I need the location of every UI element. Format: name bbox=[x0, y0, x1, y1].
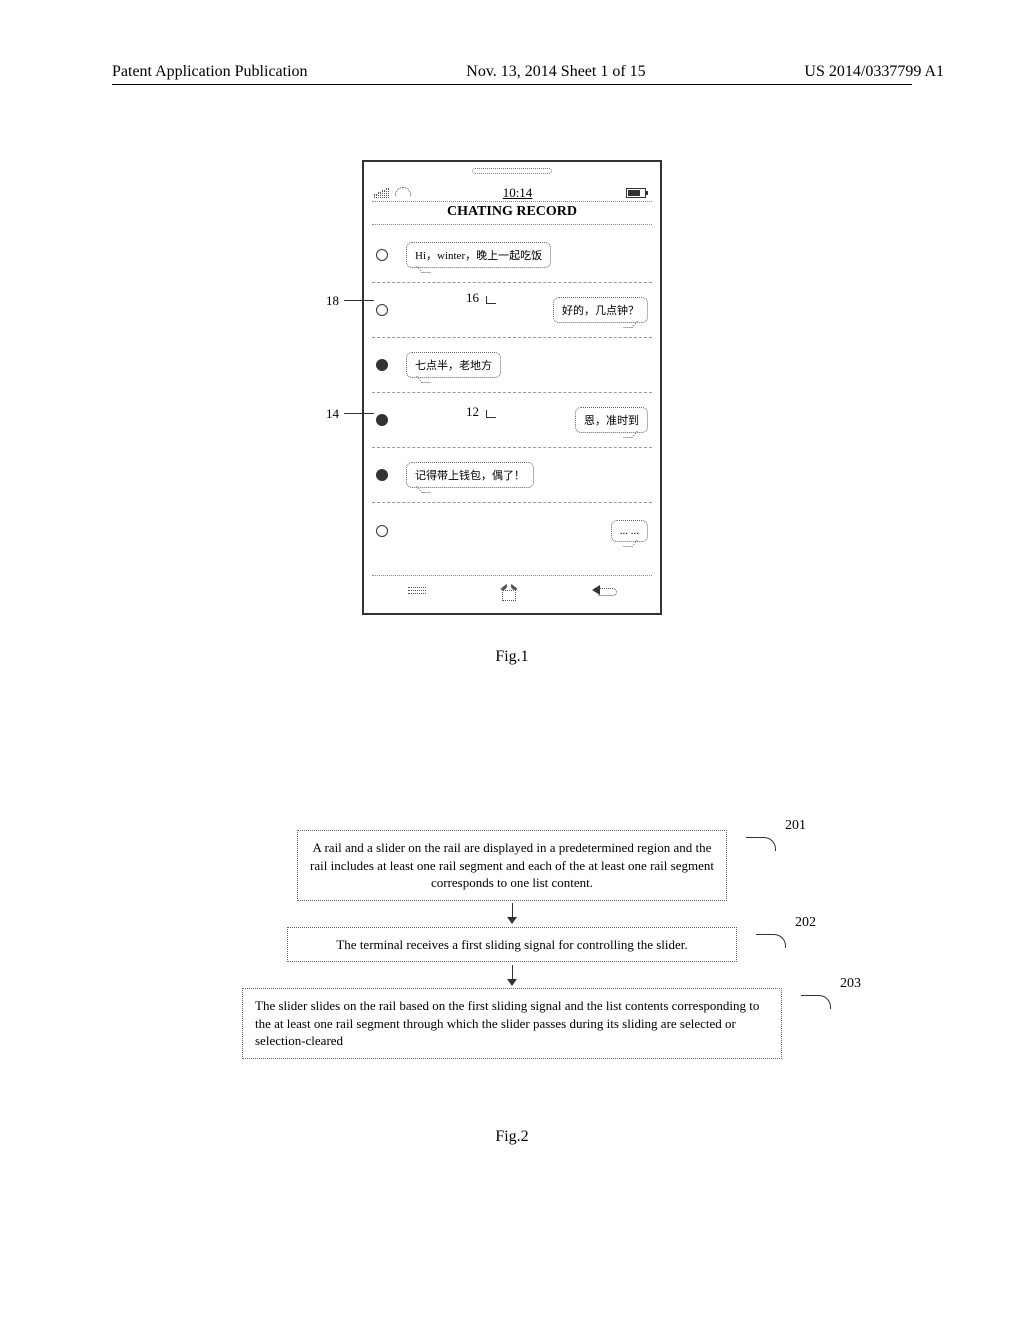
wifi-icon bbox=[395, 187, 409, 199]
chat-bubble: 恩，准时到 bbox=[575, 407, 648, 433]
reference-numeral: 201 bbox=[785, 817, 806, 836]
screen-title: CHATING RECORD bbox=[372, 204, 652, 225]
list-item[interactable]: 七点半，老地方 bbox=[372, 338, 652, 393]
list-item[interactable]: Hi，winter，晚上一起吃饭 bbox=[372, 228, 652, 283]
signal-icon bbox=[374, 188, 389, 198]
leader-hook bbox=[486, 296, 496, 304]
list-item[interactable]: ... ... bbox=[372, 503, 652, 558]
rail-segment-marker[interactable] bbox=[376, 414, 388, 426]
rail-segment-marker[interactable] bbox=[376, 359, 388, 371]
chat-bubble: 好的，几点钟？ bbox=[553, 297, 648, 323]
home-icon[interactable] bbox=[499, 582, 519, 600]
phone-mockup: 10:14 CHATING RECORD Hi，winter，晚上一起吃饭 好的… bbox=[362, 160, 662, 615]
battery-icon bbox=[626, 188, 646, 198]
chat-bubble: Hi，winter，晚上一起吃饭 bbox=[406, 242, 551, 268]
header-right: US 2014/0337799 A1 bbox=[804, 63, 944, 81]
leader-line bbox=[746, 837, 776, 851]
reference-numeral: 16 bbox=[466, 290, 479, 306]
menu-icon[interactable] bbox=[408, 587, 426, 594]
header-divider bbox=[112, 84, 912, 85]
header-left: Patent Application Publication bbox=[112, 63, 308, 81]
flow-arrow-icon bbox=[200, 962, 824, 988]
figure-label: Fig.2 bbox=[495, 1128, 528, 1146]
flow-step-text: The terminal receives a first sliding si… bbox=[336, 937, 687, 952]
flow-step: The slider slides on the rail based on t… bbox=[242, 988, 782, 1059]
reference-numeral: 203 bbox=[840, 975, 861, 994]
list-item[interactable]: 恩，准时到 bbox=[372, 393, 652, 448]
flow-step-text: The slider slides on the rail based on t… bbox=[255, 998, 759, 1048]
reference-numeral: 202 bbox=[795, 914, 816, 933]
header-center: Nov. 13, 2014 Sheet 1 of 15 bbox=[466, 63, 645, 81]
back-icon[interactable] bbox=[592, 585, 616, 597]
chat-bubble: ... ... bbox=[611, 520, 648, 542]
reference-numeral: 14 bbox=[326, 406, 339, 422]
list-item[interactable]: 好的，几点钟？ bbox=[372, 283, 652, 338]
reference-numeral: 18 bbox=[326, 293, 339, 309]
leader-line bbox=[344, 413, 374, 414]
leader-hook bbox=[486, 410, 496, 418]
rail-segment-marker[interactable] bbox=[376, 469, 388, 481]
chat-bubble: 七点半，老地方 bbox=[406, 352, 501, 378]
earpiece-icon bbox=[472, 168, 552, 174]
reference-numeral: 12 bbox=[466, 404, 479, 420]
flow-step-text: A rail and a slider on the rail are disp… bbox=[310, 840, 714, 890]
leader-line bbox=[344, 300, 374, 301]
status-bar: 10:14 bbox=[372, 184, 652, 202]
nav-bar bbox=[372, 575, 652, 605]
list-item[interactable]: 记得带上钱包，偶了！ bbox=[372, 448, 652, 503]
status-time: 10:14 bbox=[409, 185, 626, 201]
rail-segment-marker[interactable] bbox=[376, 525, 388, 537]
flow-step: A rail and a slider on the rail are disp… bbox=[297, 830, 727, 901]
flow-arrow-icon bbox=[200, 901, 824, 927]
figure-label: Fig.1 bbox=[495, 648, 528, 666]
chat-list: Hi，winter，晚上一起吃饭 好的，几点钟？ 七点半，老地方 恩，准时到 记… bbox=[372, 228, 652, 569]
leader-line bbox=[801, 995, 831, 1009]
rail-segment-marker[interactable] bbox=[376, 249, 388, 261]
chat-bubble: 记得带上钱包，偶了！ bbox=[406, 462, 534, 488]
page-header: Patent Application Publication Nov. 13, … bbox=[0, 63, 1024, 85]
flowchart: A rail and a slider on the rail are disp… bbox=[200, 830, 824, 1059]
flow-step: The terminal receives a first sliding si… bbox=[287, 927, 737, 963]
rail-segment-marker[interactable] bbox=[376, 304, 388, 316]
leader-line bbox=[756, 934, 786, 948]
